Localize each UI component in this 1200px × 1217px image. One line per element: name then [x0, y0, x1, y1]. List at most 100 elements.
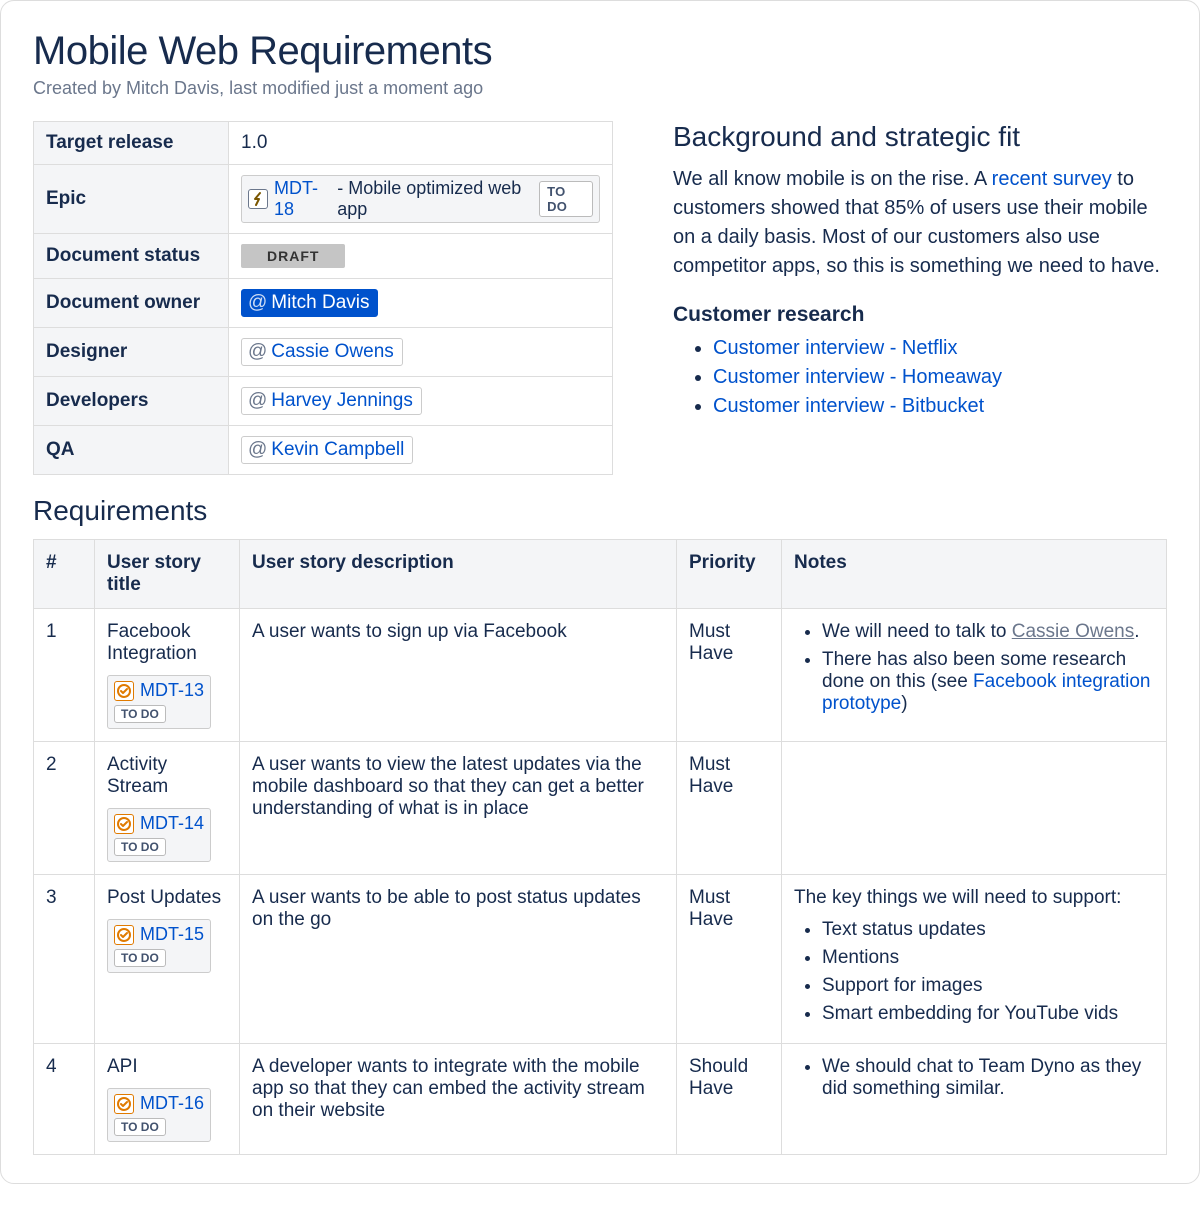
- notes-item: We should chat to Team Dyno as they did …: [822, 1056, 1154, 1100]
- issue-chip[interactable]: MDT-16 TO DO: [107, 1088, 211, 1142]
- user-story-title: Activity Stream: [107, 754, 227, 798]
- metadata-panel: Target release 1.0 Epic MDT-18 - Mobile …: [33, 121, 613, 475]
- row-notes: [782, 742, 1167, 875]
- background-paragraph: We all know mobile is on the rise. A rec…: [673, 165, 1167, 281]
- research-link[interactable]: Customer interview - Homeaway: [713, 366, 1002, 388]
- meta-label-designer: Designer: [34, 328, 229, 377]
- issue-status-lozenge: TO DO: [114, 949, 166, 967]
- row-number: 3: [34, 875, 95, 1044]
- col-priority: Priority: [677, 540, 782, 609]
- col-notes: Notes: [782, 540, 1167, 609]
- row-priority: Should Have: [677, 1044, 782, 1155]
- row-title-cell: Facebook Integration MDT-13 TO DO: [95, 609, 240, 742]
- epic-type-icon: [248, 189, 268, 209]
- story-type-icon: [114, 681, 134, 701]
- note-text: .: [1134, 621, 1139, 642]
- recent-survey-link[interactable]: recent survey: [992, 168, 1112, 190]
- at-icon: @: [248, 292, 267, 314]
- mention-name: Kevin Campbell: [271, 439, 404, 461]
- row-priority: Must Have: [677, 609, 782, 742]
- row-notes: We will need to talk to Cassie Owens. The…: [782, 609, 1167, 742]
- note-text: We will need to talk to: [822, 621, 1012, 642]
- meta-label-doc-status: Document status: [34, 234, 229, 279]
- background-text-pre: We all know mobile is on the rise. A: [673, 168, 992, 190]
- user-story-title: Post Updates: [107, 887, 227, 909]
- row-description: A developer wants to integrate with the …: [240, 1044, 677, 1155]
- table-row: 4 API MDT-16 TO DO A developer wants to inte…: [34, 1044, 1167, 1155]
- row-description: A user wants to sign up via Facebook: [240, 609, 677, 742]
- meta-label-developers: Developers: [34, 377, 229, 426]
- issue-chip[interactable]: MDT-13 TO DO: [107, 675, 211, 729]
- row-number: 4: [34, 1044, 95, 1155]
- meta-label-target-release: Target release: [34, 122, 229, 165]
- issue-status-lozenge: TO DO: [114, 1118, 166, 1136]
- background-panel: Background and strategic fit We all know…: [673, 121, 1167, 424]
- col-number: #: [34, 540, 95, 609]
- page-title: Mobile Web Requirements: [33, 29, 1167, 74]
- row-title-cell: Post Updates MDT-15 TO DO: [95, 875, 240, 1044]
- user-story-title: Facebook Integration: [107, 621, 227, 665]
- epic-issue-key: MDT-18: [274, 178, 331, 220]
- notes-item: There has also been some research done o…: [822, 649, 1154, 715]
- issue-status-lozenge: TO DO: [114, 838, 166, 856]
- row-priority: Must Have: [677, 875, 782, 1044]
- story-type-icon: [114, 925, 134, 945]
- issue-chip[interactable]: MDT-14 TO DO: [107, 808, 211, 862]
- meta-label-qa: QA: [34, 426, 229, 475]
- row-description: A user wants to view the latest updates …: [240, 742, 677, 875]
- issue-key: MDT-14: [140, 813, 204, 834]
- row-description: A user wants to be able to post status u…: [240, 875, 677, 1044]
- issue-key: MDT-15: [140, 924, 204, 945]
- story-type-icon: [114, 814, 134, 834]
- doc-owner-mention[interactable]: @ Mitch Davis: [241, 289, 378, 317]
- row-title-cell: Activity Stream MDT-14 TO DO: [95, 742, 240, 875]
- issue-status-lozenge: TO DO: [114, 705, 166, 723]
- mention-name: Cassie Owens: [271, 341, 394, 363]
- table-row: 2 Activity Stream MDT-14 TO DO A user wants …: [34, 742, 1167, 875]
- at-icon: @: [248, 439, 267, 461]
- col-title: User story title: [95, 540, 240, 609]
- mention-name: Mitch Davis: [271, 292, 369, 314]
- designer-mention[interactable]: @ Cassie Owens: [241, 338, 403, 366]
- issue-key: MDT-13: [140, 680, 204, 701]
- developers-mention[interactable]: @ Harvey Jennings: [241, 387, 422, 415]
- col-description: User story description: [240, 540, 677, 609]
- doc-status-lozenge: DRAFT: [241, 244, 345, 268]
- epic-status-lozenge: TO DO: [539, 181, 593, 217]
- notes-item: Text status updates: [822, 919, 1154, 941]
- qa-mention[interactable]: @ Kevin Campbell: [241, 436, 413, 464]
- row-title-cell: API MDT-16 TO DO: [95, 1044, 240, 1155]
- story-type-icon: [114, 1094, 134, 1114]
- notes-item: Support for images: [822, 975, 1154, 997]
- at-icon: @: [248, 341, 267, 363]
- row-notes: The key things we will need to support:T…: [782, 875, 1167, 1044]
- user-story-title: API: [107, 1056, 227, 1078]
- table-row: 1 Facebook Integration MDT-13 TO DO A user w…: [34, 609, 1167, 742]
- research-link[interactable]: Customer interview - Netflix: [713, 337, 958, 359]
- row-notes: We should chat to Team Dyno as they did …: [782, 1044, 1167, 1155]
- metadata-table: Target release 1.0 Epic MDT-18 - Mobile …: [33, 121, 613, 475]
- requirements-table: # User story title User story descriptio…: [33, 539, 1167, 1155]
- research-link[interactable]: Customer interview - Bitbucket: [713, 395, 984, 417]
- issue-chip[interactable]: MDT-15 TO DO: [107, 919, 211, 973]
- meta-value-target-release: 1.0: [229, 122, 613, 165]
- note-text: ): [901, 693, 907, 714]
- page-byline: Created by Mitch Davis, last modified ju…: [33, 78, 1167, 99]
- epic-issue-pill[interactable]: MDT-18 - Mobile optimized web app TO DO: [241, 175, 600, 223]
- meta-label-epic: Epic: [34, 165, 229, 234]
- notes-item: Mentions: [822, 947, 1154, 969]
- customer-research-heading: Customer research: [673, 303, 1167, 327]
- row-priority: Must Have: [677, 742, 782, 875]
- notes-item: Smart embedding for YouTube vids: [822, 1003, 1154, 1025]
- meta-label-doc-owner: Document owner: [34, 279, 229, 328]
- mention-name: Harvey Jennings: [271, 390, 413, 412]
- background-heading: Background and strategic fit: [673, 121, 1167, 153]
- issue-key: MDT-16: [140, 1093, 204, 1114]
- customer-research-list: Customer interview - Netflix Customer in…: [673, 337, 1167, 418]
- note-person-link[interactable]: Cassie Owens: [1012, 621, 1135, 642]
- epic-issue-summary: - Mobile optimized web app: [337, 178, 533, 220]
- row-number: 1: [34, 609, 95, 742]
- table-row: 3 Post Updates MDT-15 TO DO A user wants to …: [34, 875, 1167, 1044]
- row-number: 2: [34, 742, 95, 875]
- notes-item: We will need to talk to Cassie Owens.: [822, 621, 1154, 643]
